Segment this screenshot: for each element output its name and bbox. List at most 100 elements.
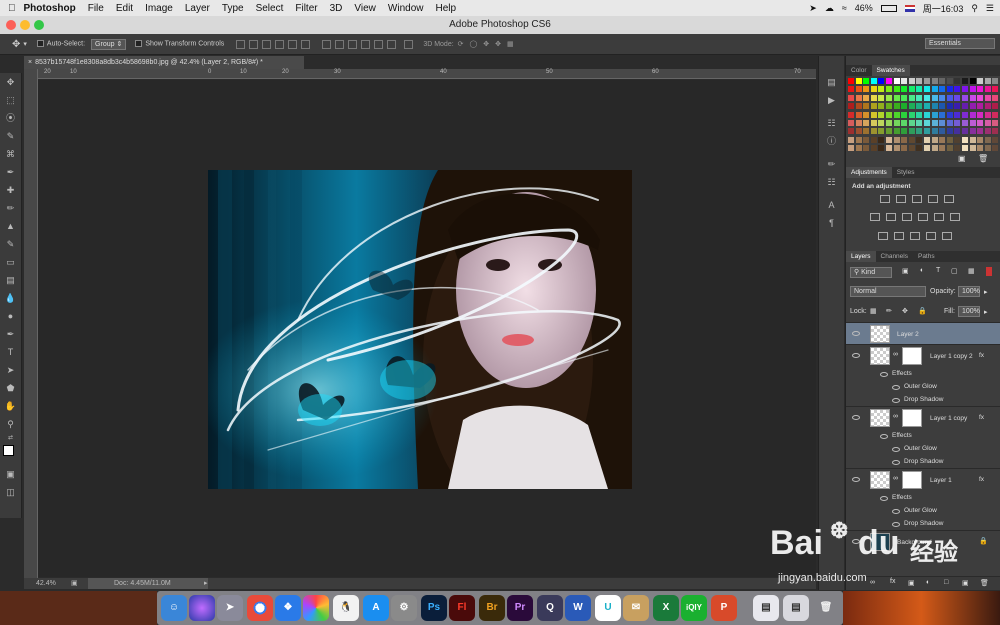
swatch[interactable] <box>954 136 961 143</box>
tab-paths[interactable]: Paths <box>913 251 940 262</box>
close-button[interactable] <box>6 20 16 30</box>
apple-icon[interactable]:  <box>8 3 16 14</box>
actions-panel-icon[interactable]: ▶ <box>822 92 842 109</box>
swatch[interactable] <box>855 86 862 93</box>
lasso-tool-icon[interactable]: ⦿ <box>1 110 21 127</box>
swatch[interactable] <box>878 94 885 101</box>
swatch[interactable] <box>901 94 908 101</box>
swatch[interactable] <box>984 78 991 84</box>
lock-position-icon[interactable]: ✥ <box>902 307 908 315</box>
swatch[interactable] <box>969 111 976 118</box>
quick-select-tool-icon[interactable]: ✎ <box>1 128 21 145</box>
swatch[interactable] <box>939 86 946 93</box>
swatch[interactable] <box>962 145 968 152</box>
swatch[interactable] <box>939 145 946 152</box>
swatch[interactable] <box>908 78 915 84</box>
gradient-tool-icon[interactable]: ▤ <box>1 272 21 289</box>
swatch[interactable] <box>954 111 961 118</box>
swatch[interactable] <box>848 128 854 135</box>
swatch[interactable] <box>916 78 923 84</box>
curves-icon[interactable] <box>912 195 922 203</box>
align-bottom-icon[interactable] <box>262 39 272 49</box>
color-balance-icon[interactable] <box>886 213 896 221</box>
swatch[interactable] <box>863 111 870 118</box>
word-dock-icon[interactable]: W <box>565 595 591 621</box>
auto-select-group[interactable]: Auto-Select: <box>36 40 85 48</box>
status-menu-arrow-icon[interactable]: ▸ <box>204 578 208 589</box>
delete-swatch-icon[interactable]: 🗑 <box>978 154 988 163</box>
swatch[interactable] <box>848 145 854 152</box>
paragraph-panel-icon[interactable]: ¶ <box>822 215 842 232</box>
menu-type[interactable]: Type <box>222 3 244 14</box>
swatch[interactable] <box>855 94 862 101</box>
swatch[interactable] <box>946 128 953 135</box>
battery-percent[interactable]: 46% <box>855 3 873 13</box>
swatch[interactable] <box>878 145 885 152</box>
layer-name[interactable]: Layer 2 <box>897 331 919 338</box>
wifi-icon[interactable]: ≈ <box>842 3 847 13</box>
swatch[interactable] <box>931 128 938 135</box>
system-preferences-icon[interactable]: ⚙ <box>391 595 417 621</box>
swatch[interactable] <box>855 136 862 143</box>
swatch[interactable] <box>886 128 892 135</box>
layer-mask-thumbnail[interactable] <box>902 409 922 427</box>
opacity-input[interactable]: 100% <box>958 286 980 297</box>
cloud-icon[interactable]: ☁ <box>825 3 834 14</box>
swatch[interactable] <box>916 94 923 101</box>
swatch[interactable] <box>878 120 885 126</box>
swatch[interactable] <box>901 128 908 135</box>
siri-icon[interactable] <box>189 595 215 621</box>
swatch[interactable] <box>977 111 984 118</box>
excel-dock-icon[interactable]: X <box>653 595 679 621</box>
swatch[interactable] <box>946 78 953 84</box>
menu-app[interactable]: Photoshop <box>24 3 76 14</box>
swatch[interactable] <box>969 86 976 93</box>
downloads-stack-icon[interactable]: ▤ <box>783 595 809 621</box>
swatch[interactable] <box>962 103 968 110</box>
blur-tool-icon[interactable]: 💧 <box>1 290 21 307</box>
swatch[interactable] <box>939 128 946 135</box>
swatch[interactable] <box>870 94 877 101</box>
swatch[interactable] <box>870 145 877 152</box>
swatch[interactable] <box>954 145 961 152</box>
swatch[interactable] <box>893 136 900 143</box>
launchpad-icon[interactable]: ➤ <box>217 595 243 621</box>
blend-mode-dropdown[interactable]: Normal <box>850 286 926 297</box>
swatch[interactable] <box>924 120 930 126</box>
distribute-bottom-icon[interactable] <box>348 39 358 49</box>
auto-select-dropdown[interactable]: Group ⇕ <box>91 38 127 50</box>
swatch[interactable] <box>878 111 885 118</box>
new-swatch-icon[interactable]: ▣ <box>958 154 966 163</box>
photos-icon[interactable] <box>303 595 329 621</box>
swatch[interactable] <box>954 103 961 110</box>
swatch[interactable] <box>863 128 870 135</box>
swatch[interactable] <box>901 86 908 93</box>
swatch[interactable] <box>984 111 991 118</box>
swatch[interactable] <box>878 136 885 143</box>
swatch[interactable] <box>931 78 938 84</box>
swatch[interactable] <box>886 78 892 84</box>
swatch[interactable] <box>863 78 870 84</box>
menu-window[interactable]: Window <box>388 3 424 14</box>
shape-tool-icon[interactable]: ⬟ <box>1 380 21 397</box>
show-transform-group[interactable]: Show Transform Controls <box>135 40 224 48</box>
finder-icon[interactable]: ☺ <box>161 595 187 621</box>
swatch[interactable] <box>848 136 854 143</box>
menu-filter[interactable]: Filter <box>295 3 317 14</box>
pen-tool-icon[interactable]: ✒ <box>1 326 21 343</box>
swatch[interactable] <box>916 136 923 143</box>
layer-row[interactable]: Layer 2 <box>846 322 1000 344</box>
swatch[interactable] <box>992 136 999 143</box>
workspace-dropdown[interactable]: Essentials <box>925 38 995 49</box>
layer-name[interactable]: Layer 1 <box>930 477 952 484</box>
distribute-vcenter-icon[interactable] <box>335 39 345 49</box>
swatch[interactable] <box>855 103 862 110</box>
swatch[interactable] <box>962 86 968 93</box>
fill-input[interactable]: 100% <box>958 306 980 317</box>
swatch[interactable] <box>969 94 976 101</box>
align-left-icon[interactable] <box>275 39 285 49</box>
history-panel-icon[interactable]: ▤ <box>822 74 842 91</box>
lock-transparent-icon[interactable]: ▦ <box>870 307 877 315</box>
swatch[interactable] <box>931 103 938 110</box>
visibility-eye-icon[interactable] <box>852 477 860 482</box>
